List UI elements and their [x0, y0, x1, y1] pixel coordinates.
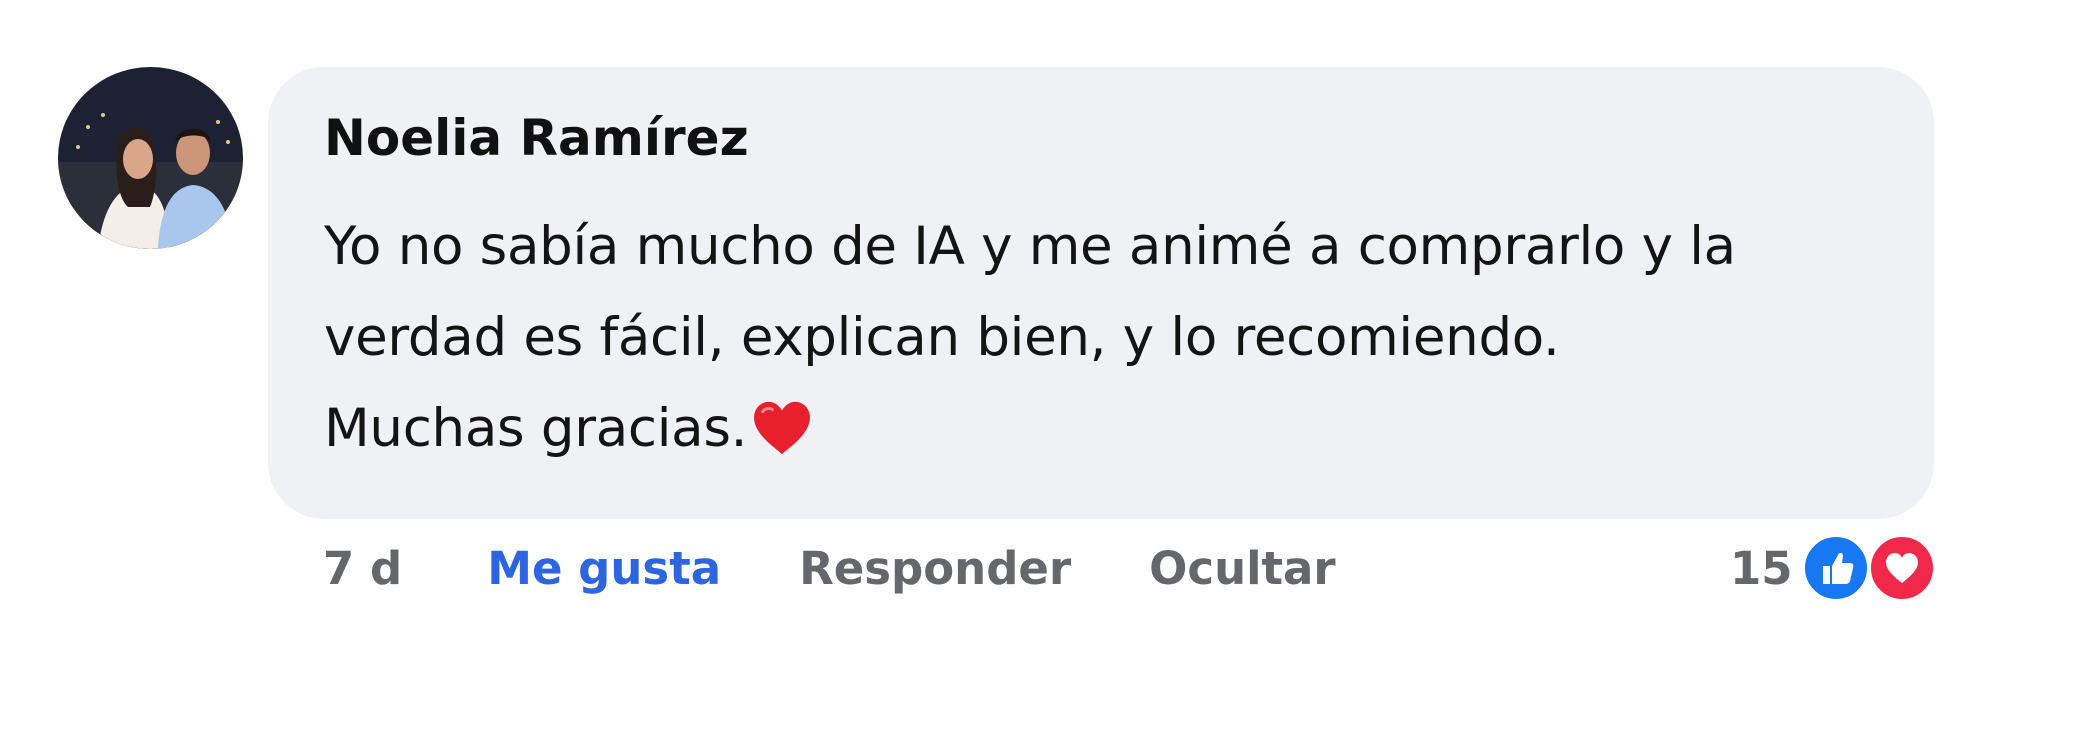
like-icon: [1800, 533, 1871, 603]
comment-line: verdad es fácil, explican bien, y lo rec…: [324, 307, 1560, 368]
reactions-summary[interactable]: 15: [1730, 533, 1939, 603]
love-icon: [1866, 533, 1937, 603]
reply-button[interactable]: Responder: [799, 542, 1071, 595]
comment-line-text: Muchas gracias.: [324, 398, 748, 459]
comment-text: Yo no sabía mucho de IA y me animé a com…: [324, 201, 1884, 474]
comment-actions: 7 d Me gusta Responder Ocultar: [323, 538, 1336, 598]
comment-author[interactable]: Noelia Ramírez: [324, 105, 1934, 189]
comment-timestamp[interactable]: 7 d: [323, 542, 402, 595]
comment-line: Yo no sabía mucho de IA y me animé a com…: [324, 216, 1736, 277]
heart-emoji-icon: [751, 400, 813, 456]
comment-bubble: Noelia Ramírez Yo no sabía mucho de IA y…: [268, 67, 1934, 519]
comment-container: Noelia Ramírez Yo no sabía mucho de IA y…: [0, 0, 2087, 753]
avatar[interactable]: [58, 67, 243, 249]
reaction-icons: [1800, 533, 1939, 603]
hide-button[interactable]: Ocultar: [1149, 542, 1335, 595]
like-button[interactable]: Me gusta: [487, 542, 721, 595]
avatar-photo: [58, 67, 243, 249]
reaction-count: 15: [1730, 541, 1793, 595]
comment-line-last: Muchas gracias.: [324, 383, 1884, 474]
